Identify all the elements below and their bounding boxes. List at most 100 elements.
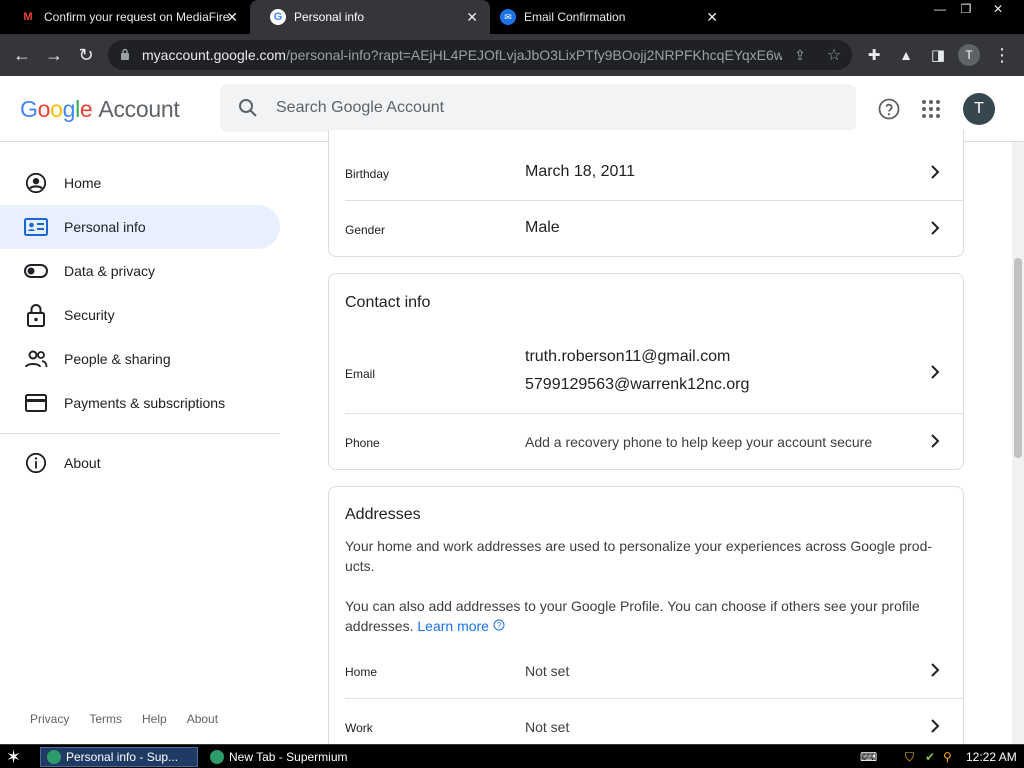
browser-icon (210, 750, 224, 764)
tab-email-confirmation[interactable]: ✉ Email Confirmation ✕ (480, 0, 730, 34)
footer-about-link[interactable]: About (187, 712, 218, 726)
start-star-icon[interactable]: ✶ (6, 747, 28, 767)
task-new-tab[interactable]: New Tab - Supermium (204, 747, 364, 767)
window-close-icon[interactable]: ✕ (984, 0, 1012, 18)
sidebar-divider (0, 433, 280, 434)
close-icon[interactable]: ✕ (706, 9, 718, 26)
lab-flask-icon[interactable]: ▲ (894, 43, 918, 67)
sidebar-item-about[interactable]: About (0, 441, 280, 485)
network-icon[interactable]: ✔ (925, 748, 935, 766)
tab-personal-info[interactable]: G Personal info ✕ (250, 0, 490, 34)
birthday-row[interactable]: Birthday March 18, 2011 (345, 144, 963, 201)
info-icon (24, 451, 48, 475)
work-value: Not set (525, 719, 570, 735)
sidebar-item-label: People & sharing (64, 351, 171, 367)
side-panel-icon[interactable]: ◨ (926, 43, 950, 67)
close-icon[interactable]: ✕ (226, 9, 238, 26)
addresses-profile-note: You can also add addresses to your Googl… (345, 598, 920, 634)
chevron-right-icon (931, 719, 940, 733)
sidebar-item-label: Data & privacy (64, 263, 156, 279)
account-avatar[interactable]: T (963, 93, 995, 125)
address-bar[interactable]: myaccount.google.com/personal-info?rapt=… (108, 40, 852, 70)
addresses-title: Addresses (345, 506, 421, 523)
home-label: Home (345, 665, 378, 679)
contact-info-title: Contact info (345, 294, 431, 311)
home-address-row[interactable]: Home Not set (345, 643, 963, 699)
addresses-card: Addresses Your home and work addresses a… (328, 486, 964, 766)
footer-help-link[interactable]: Help (142, 712, 167, 726)
tab-title: Email Confirmation (524, 10, 626, 24)
share-icon[interactable]: ⇪ (788, 43, 812, 67)
sidebar-item-personal-info[interactable]: Personal info (0, 205, 280, 249)
footer-privacy-link[interactable]: Privacy (30, 712, 69, 726)
email-label: Email (345, 367, 376, 381)
gender-row[interactable]: Gender Male (345, 201, 963, 257)
search-box[interactable] (220, 84, 856, 132)
home-value: Not set (525, 663, 570, 679)
birthday-value: March 18, 2011 (525, 163, 635, 180)
browser-toolbar: ← → ↻ myaccount.google.com/personal-info… (0, 34, 1024, 76)
tab-mediafire[interactable]: M Confirm your request on MediaFire ✕ (0, 0, 250, 34)
extensions-icon[interactable]: ✚ (862, 43, 886, 67)
phone-row[interactable]: Phone Add a recovery phone to help keep … (345, 414, 963, 470)
page-scrollbar[interactable] (1012, 142, 1024, 744)
work-label: Work (345, 721, 373, 735)
clock: 12:22 AM (966, 750, 1017, 764)
task-personal-info[interactable]: Personal info - Sup... (40, 747, 198, 767)
restore-icon[interactable]: ❐ (952, 0, 980, 18)
lock-icon (121, 48, 129, 60)
sidebar-item-home[interactable]: Home (0, 161, 280, 205)
phone-value: Add a recovery phone to help keep your a… (525, 434, 873, 450)
reload-icon[interactable]: ↻ (74, 43, 98, 67)
apps-grid-icon[interactable] (919, 97, 943, 121)
url-text: myaccount.google.com/personal-info?rapt=… (142, 47, 782, 63)
footer-terms-link[interactable]: Terms (89, 712, 122, 726)
chevron-right-icon (931, 165, 940, 179)
contact-info-card: Contact info Email truth.roberson11@gmai… (328, 273, 964, 470)
search-icon (239, 99, 257, 117)
chevron-right-icon (931, 221, 940, 235)
profile-avatar[interactable]: T (958, 44, 980, 66)
sidebar-footer: Privacy Terms Help About (30, 712, 218, 726)
search-input[interactable] (276, 96, 836, 120)
email-row[interactable]: Email truth.roberson11@gmail.com 5799129… (345, 334, 963, 414)
menu-kebab-icon[interactable]: ⋮ (990, 43, 1014, 67)
sidebar-item-data-privacy[interactable]: Data & privacy (0, 249, 280, 293)
google-wordmark: Google (20, 96, 93, 122)
email-primary: truth.roberson11@gmail.com (525, 348, 731, 365)
google-account-logo[interactable]: Google Account (20, 96, 180, 123)
sidebar-item-label: About (64, 455, 101, 471)
shield-icon[interactable]: ⛉ (905, 748, 914, 766)
back-arrow-icon[interactable]: ← (10, 43, 34, 67)
tab-strip: M Confirm your request on MediaFire ✕ G … (0, 0, 1024, 34)
bookmark-star-icon[interactable]: ☆ (822, 43, 846, 67)
forward-arrow-icon[interactable]: → (42, 43, 66, 67)
minimize-icon[interactable]: — (926, 0, 954, 18)
chevron-right-icon (931, 434, 940, 448)
sidebar: Home Personal info Data & privacy Securi… (0, 142, 300, 744)
tab-title: Personal info (294, 10, 365, 24)
sidebar-item-label: Payments & subscriptions (64, 395, 226, 411)
gender-label: Gender (345, 223, 386, 237)
id-card-icon (24, 215, 48, 239)
keyboard-icon[interactable]: ⌨ (860, 748, 877, 766)
help-circle-icon: ? (493, 619, 505, 631)
chevron-right-icon (931, 663, 940, 677)
gender-value: Male (525, 219, 560, 236)
tab-title: Confirm your request on MediaFire (44, 10, 230, 24)
sidebar-item-security[interactable]: Security (0, 293, 280, 337)
chevron-right-icon (931, 365, 940, 379)
scrollbar-thumb[interactable] (1014, 258, 1022, 458)
addresses-description: Your home and work addresses are used to… (345, 538, 933, 574)
help-icon[interactable] (877, 97, 901, 121)
search-tray-icon[interactable]: ⚲ (943, 748, 952, 766)
birthday-label: Birthday (345, 167, 390, 181)
person-circle-icon (24, 171, 48, 195)
sidebar-item-payments[interactable]: Payments & subscriptions (0, 381, 280, 425)
sidebar-item-people-sharing[interactable]: People & sharing (0, 337, 280, 381)
close-icon[interactable]: ✕ (466, 9, 478, 26)
email-secondary: 5799129563@warrenk12nc.org (525, 376, 750, 393)
learn-more-link[interactable]: Learn more ? (417, 618, 505, 634)
sidebar-item-label: Personal info (64, 219, 146, 235)
browser-icon (47, 750, 61, 764)
